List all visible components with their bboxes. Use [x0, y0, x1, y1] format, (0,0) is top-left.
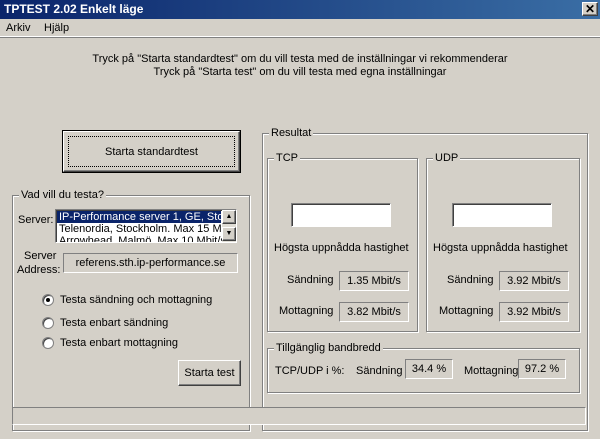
radio-send-receive[interactable] — [42, 294, 54, 306]
scroll-down-icon[interactable]: ▼ — [222, 227, 236, 241]
server-label: Server: — [18, 214, 54, 226]
status-bar — [12, 407, 586, 425]
intro-line-1: Tryck på "Starta standardtest" om du vil… — [92, 53, 508, 65]
server-list-item[interactable]: Arrowhead, Malmö. Max 10 Mbit/s — [57, 235, 226, 242]
tcp-receive-label: Mottagning — [279, 305, 334, 317]
test-config-group-label: Vad vill du testa? — [19, 188, 106, 202]
title-bar[interactable]: TPTEST 2.02 Enkelt läge ✕ — [0, 0, 600, 19]
radio-send-only[interactable] — [42, 317, 54, 329]
tcp-group-label: TCP — [274, 151, 300, 165]
scroll-up-icon[interactable]: ▲ — [222, 210, 236, 224]
app-window: TPTEST 2.02 Enkelt läge ✕ Arkiv Hjälp Tr… — [0, 0, 600, 439]
server-address-label-2: Address: — [17, 264, 61, 276]
tcp-progress-field — [291, 203, 391, 227]
server-address-field: referens.sth.ip-performance.se — [63, 253, 238, 273]
bandwidth-row-label: TCP/UDP i %: — [275, 365, 345, 377]
udp-receive-label: Mottagning — [439, 305, 494, 317]
udp-progress-field — [452, 203, 552, 227]
server-list-item[interactable]: IP-Performance server 1, GE, Stock — [57, 211, 234, 223]
udp-receive-value: 3.92 Mbit/s — [499, 302, 569, 322]
server-list-scrollbar[interactable]: ▲ ▼ — [222, 210, 236, 242]
start-test-button[interactable]: Starta test — [178, 360, 241, 386]
bandwidth-receive-value: 97.2 % — [518, 359, 566, 379]
bandwidth-send-value: 34.4 % — [405, 359, 453, 379]
start-standard-test-button[interactable]: Starta standardtest — [62, 130, 241, 173]
udp-group-label: UDP — [433, 151, 461, 165]
udp-send-value: 3.92 Mbit/s — [499, 271, 569, 291]
bandwidth-group-label: Tillgänglig bandbredd — [274, 341, 383, 355]
server-list-item[interactable]: Telenordia, Stockholm. Max 15 Mbit — [57, 223, 233, 235]
close-button[interactable]: ✕ — [582, 2, 598, 16]
menu-file[interactable]: Arkiv — [6, 21, 30, 35]
radio-receive-only-label[interactable]: Testa enbart mottagning — [60, 336, 178, 350]
udp-max-speed-label: Högsta uppnådda hastighet — [433, 242, 568, 254]
results-group-label: Resultat — [269, 126, 314, 140]
focus-indicator — [68, 136, 235, 167]
menu-help[interactable]: Hjälp — [44, 21, 69, 35]
radio-send-receive-label[interactable]: Testa sändning och mottagning — [60, 293, 212, 307]
bandwidth-receive-label: Mottagning — [464, 365, 519, 377]
udp-send-label: Sändning — [447, 274, 494, 286]
window-title: TPTEST 2.02 Enkelt läge — [4, 2, 144, 16]
tcp-send-value: 1.35 Mbit/s — [339, 271, 409, 291]
bandwidth-send-label: Sändning — [356, 365, 403, 377]
intro-line-2: Tryck på "Starta test" om du vill testa … — [153, 66, 447, 78]
main-panel: Tryck på "Starta standardtest" om du vil… — [0, 37, 600, 439]
tcp-receive-value: 3.82 Mbit/s — [339, 302, 409, 322]
menu-bar: Arkiv Hjälp — [0, 19, 600, 37]
tcp-max-speed-label: Högsta uppnådda hastighet — [274, 242, 409, 254]
radio-send-only-label[interactable]: Testa enbart sändning — [60, 316, 168, 330]
server-list[interactable]: IP-Performance server 1, GE, Stock Telen… — [55, 209, 237, 243]
server-address-label-1: Server — [24, 250, 57, 262]
radio-receive-only[interactable] — [42, 337, 54, 349]
close-icon: ✕ — [584, 2, 596, 16]
tcp-send-label: Sändning — [287, 274, 334, 286]
